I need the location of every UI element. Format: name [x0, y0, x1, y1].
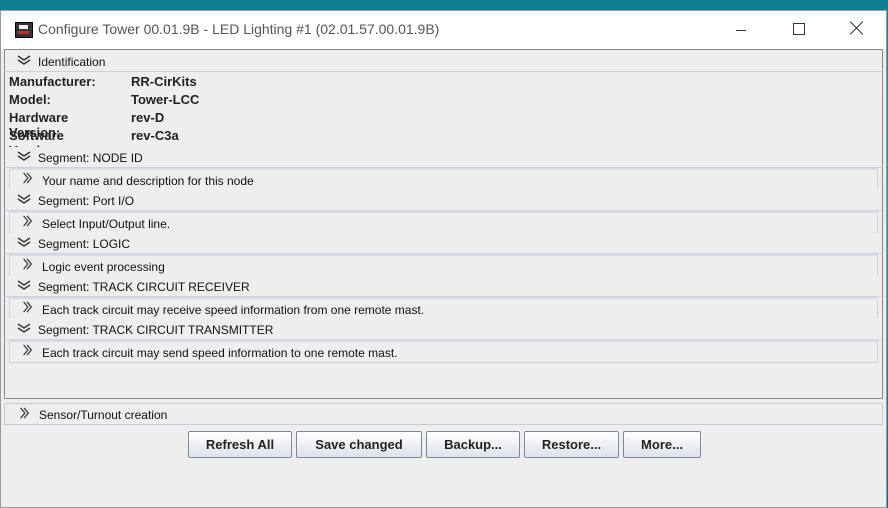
segment-node-id-description[interactable]: Your name and description for this node: [9, 168, 878, 191]
config-tree-panel: Identification Manufacturer: RR-CirKits …: [4, 49, 883, 399]
chevron-right-icon: [23, 172, 33, 184]
more-button[interactable]: More...: [623, 431, 701, 458]
close-icon: [850, 21, 864, 35]
chevron-right-icon: [20, 407, 30, 419]
segment-port-io-description[interactable]: Select Input/Output line.: [9, 211, 878, 234]
segment-description: Select Input/Output line.: [42, 217, 171, 231]
model-value: Tower-LCC: [131, 92, 200, 107]
chevron-down-icon: [17, 237, 31, 247]
chevron-down-icon: [17, 323, 31, 333]
segment-description: Logic event processing: [42, 260, 165, 274]
software-version-value: rev-C3a: [131, 128, 179, 143]
button-bar: Refresh All Save changed Backup... Resto…: [1, 431, 886, 459]
title-bar[interactable]: Configure Tower 00.01.9B - LED Lighting …: [1, 11, 886, 49]
identification-toggle[interactable]: Identification: [6, 51, 881, 72]
chevron-down-icon: [17, 151, 31, 161]
segment-logic-toggle[interactable]: Segment: LOGIC: [6, 233, 881, 254]
segment-title: Segment: Port I/O: [38, 194, 135, 208]
model-key: Model:: [9, 92, 51, 107]
backup-button[interactable]: Backup...: [426, 431, 520, 458]
maximize-icon: [793, 23, 805, 35]
manufacturer-value: RR-CirKits: [131, 74, 197, 89]
segment-description: Each track circuit may receive speed inf…: [42, 303, 425, 317]
restore-button[interactable]: Restore...: [524, 431, 619, 458]
segment-track-transmitter-toggle[interactable]: Segment: TRACK CIRCUIT TRANSMITTER: [6, 319, 881, 340]
chevron-down-icon: [17, 55, 31, 65]
sensor-turnout-label: Sensor/Turnout creation: [39, 408, 168, 422]
segment-track-transmitter-description[interactable]: Each track circuit may send speed inform…: [9, 340, 878, 363]
close-button[interactable]: [828, 11, 886, 49]
segment-description: Your name and description for this node: [42, 174, 254, 188]
segment-title: Segment: TRACK CIRCUIT TRANSMITTER: [38, 323, 274, 337]
minimize-icon: [736, 30, 746, 31]
sensor-turnout-toggle[interactable]: Sensor/Turnout creation: [4, 403, 883, 425]
save-changed-button[interactable]: Save changed: [296, 431, 422, 458]
segment-logic-description[interactable]: Logic event processing: [9, 254, 878, 277]
segment-title: Segment: LOGIC: [38, 237, 131, 251]
minimize-button[interactable]: [712, 11, 770, 49]
chevron-down-icon: [17, 280, 31, 290]
chevron-down-icon: [17, 194, 31, 204]
maximize-button[interactable]: [770, 11, 828, 49]
segment-track-receiver-toggle[interactable]: Segment: TRACK CIRCUIT RECEIVER: [6, 276, 881, 297]
segment-node-id-toggle[interactable]: Segment: NODE ID: [6, 147, 881, 168]
segment-description: Each track circuit may send speed inform…: [42, 346, 398, 360]
identification-label: Identification: [38, 55, 106, 69]
refresh-all-button[interactable]: Refresh All: [188, 431, 292, 458]
configure-window: Configure Tower 00.01.9B - LED Lighting …: [0, 10, 887, 508]
segment-track-receiver-description[interactable]: Each track circuit may receive speed inf…: [9, 297, 878, 320]
chevron-right-icon: [23, 344, 33, 356]
segment-port-io-toggle[interactable]: Segment: Port I/O: [6, 190, 881, 211]
window-title: Configure Tower 00.01.9B - LED Lighting …: [38, 21, 440, 37]
manufacturer-key: Manufacturer:: [9, 74, 96, 89]
segment-title: Segment: NODE ID: [38, 151, 143, 165]
chevron-right-icon: [23, 301, 33, 313]
chevron-right-icon: [23, 258, 33, 270]
app-icon: [15, 22, 33, 38]
hardware-version-value: rev-D: [131, 110, 165, 125]
chevron-right-icon: [23, 215, 33, 227]
segment-title: Segment: TRACK CIRCUIT RECEIVER: [38, 280, 250, 294]
